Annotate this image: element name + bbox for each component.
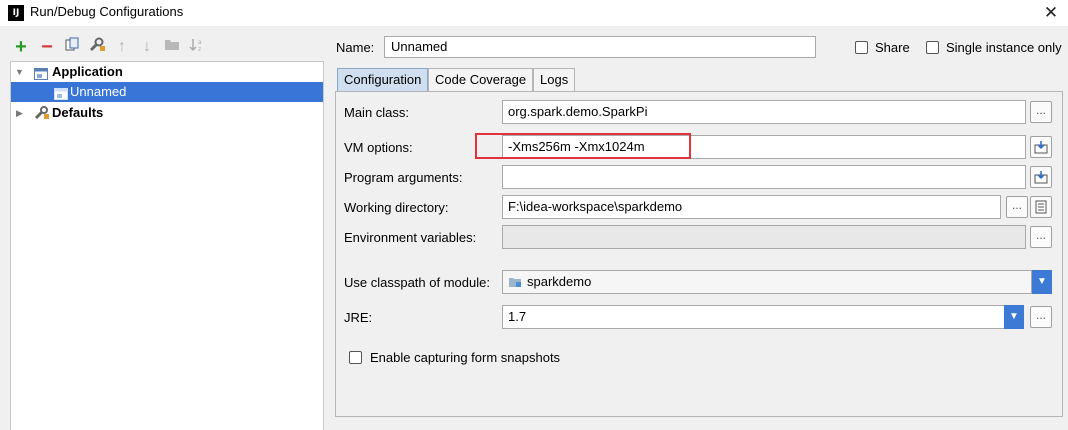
working-directory-input[interactable]: F:\idea-workspace\sparkdemo: [502, 195, 1001, 219]
wrench-icon: [34, 106, 49, 120]
edit-defaults-icon[interactable]: [87, 37, 107, 57]
close-button[interactable]: ✕: [1040, 2, 1062, 24]
configuration-tree: ▼ Application Unnamed ▶ Defaults: [10, 61, 324, 430]
name-label: Name:: [336, 40, 375, 55]
share-label: Share: [875, 40, 910, 55]
tree-item-application[interactable]: ▼ Application: [11, 62, 323, 82]
single-instance-label: Single instance only: [946, 40, 1062, 55]
jre-label: JRE:: [344, 310, 373, 325]
program-arguments-input[interactable]: [502, 165, 1026, 189]
svg-text:z: z: [198, 46, 201, 53]
folder-icon[interactable]: [162, 37, 182, 57]
window-title: Run/Debug Configurations: [30, 4, 184, 19]
vm-options-label: VM options:: [344, 140, 413, 155]
tree-item-label: Defaults: [52, 105, 104, 120]
expand-arrow-icon[interactable]: ▼: [15, 62, 24, 82]
tree-item-defaults[interactable]: ▶ Defaults: [11, 103, 323, 123]
add-icon[interactable]: +: [11, 37, 31, 57]
config-icon: [54, 86, 68, 100]
collapse-arrow-icon[interactable]: ▶: [16, 103, 23, 123]
tree-item-label: Unnamed: [70, 84, 127, 99]
macro-icon[interactable]: [1030, 196, 1052, 218]
share-checkbox[interactable]: [855, 41, 868, 54]
program-arguments-label: Program arguments:: [344, 170, 463, 185]
form-snapshots-checkbox[interactable]: [349, 351, 362, 364]
name-input[interactable]: Unnamed: [384, 36, 816, 58]
form-snapshots-label: Enable capturing form snapshots: [370, 350, 561, 365]
copy-icon[interactable]: [62, 37, 82, 57]
module-folder-icon: [508, 276, 522, 291]
vm-options-expand-button[interactable]: [1030, 136, 1052, 158]
environment-variables-input[interactable]: [502, 225, 1026, 249]
working-directory-browse-button[interactable]: ...: [1006, 196, 1028, 218]
main-class-browse-button[interactable]: ...: [1030, 101, 1052, 123]
application-icon: [34, 66, 48, 80]
main-class-input[interactable]: org.spark.demo.SparkPi: [502, 100, 1026, 124]
module-label: Use classpath of module:: [344, 275, 490, 290]
intellij-app-icon: IJ: [8, 5, 24, 21]
tab-configuration[interactable]: Configuration: [337, 68, 429, 91]
tab-code-coverage[interactable]: Code Coverage: [428, 68, 534, 91]
single-instance-checkbox[interactable]: [926, 41, 939, 54]
program-arguments-expand-button[interactable]: [1030, 166, 1052, 188]
chevron-down-icon[interactable]: ▼: [1032, 270, 1052, 294]
move-down-icon[interactable]: ↓: [137, 37, 157, 57]
environment-variables-label: Environment variables:: [344, 230, 477, 245]
jre-select[interactable]: 1.7: [502, 305, 1006, 329]
jre-browse-button[interactable]: ...: [1030, 306, 1052, 328]
tab-logs[interactable]: Logs: [533, 68, 576, 91]
environment-variables-browse-button[interactable]: ...: [1030, 226, 1052, 248]
move-up-icon[interactable]: ↑: [112, 37, 132, 57]
remove-icon[interactable]: −: [37, 37, 57, 57]
main-class-label: Main class:: [344, 105, 410, 120]
tree-item-label: Application: [52, 64, 123, 79]
module-select[interactable]: sparkdemo: [502, 270, 1032, 294]
tree-item-unnamed[interactable]: Unnamed: [11, 82, 323, 102]
chevron-down-icon[interactable]: ▼: [1004, 305, 1024, 329]
sort-icon[interactable]: az: [187, 37, 207, 57]
working-directory-label: Working directory:: [344, 200, 449, 215]
svg-text:a: a: [198, 39, 202, 46]
highlight-box: [475, 133, 691, 159]
